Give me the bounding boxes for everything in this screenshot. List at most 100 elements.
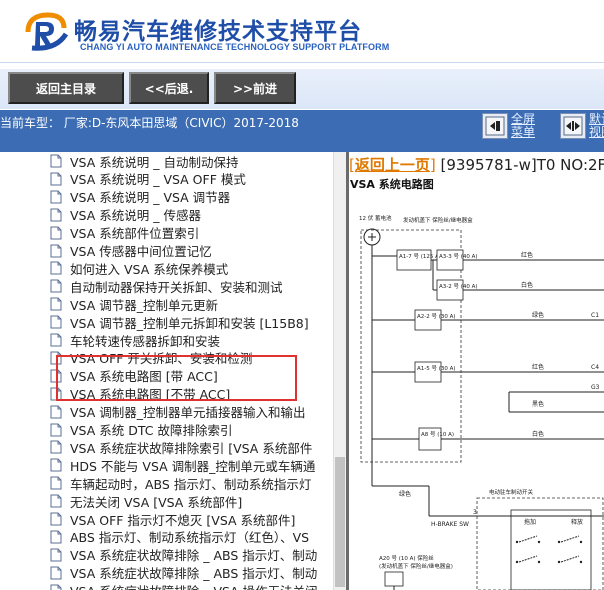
tree-item-label[interactable]: VSA 系统电路图 [不带 ACC] xyxy=(70,384,230,403)
tree-item-label[interactable]: ABS 指示灯、制动系统指示灯（红色）、VS xyxy=(70,527,309,546)
fuse-a2-2-label: A2-2 号 (30 A) xyxy=(417,313,456,320)
wire-black: 黑色 xyxy=(532,400,544,408)
tree-item[interactable]: VSA 系统说明 _ VSA 调节器 xyxy=(50,188,230,206)
navigation-tree: VSA 系统说明 _ 自动制动保持 VSA 系统说明 _ VSA OFF 模式 VS… xyxy=(0,152,333,590)
site-header: 畅易汽车维修技术支持平台 CHANG YI AUTO MAINTENANCE T… xyxy=(0,0,604,62)
pin-c4: C4 xyxy=(591,364,599,371)
tree-item[interactable]: VSA 系统电路图 [不带 ACC] xyxy=(50,385,230,403)
brand-subtitle: CHANG YI AUTO MAINTENANCE TECHNOLOGY SUP… xyxy=(80,42,390,52)
wire-white-1: 白色 xyxy=(521,281,533,289)
fullscreen-menu-control[interactable]: 全屏 菜单 xyxy=(482,113,535,139)
fullscreen-sub-label[interactable]: 菜单 xyxy=(511,126,535,139)
tree-item-label[interactable]: VSA 系统症状故障排除 _ VSA 操作无法关闭 xyxy=(70,581,318,590)
tree-item-label[interactable]: VSA 系统部件位置索引 xyxy=(70,223,199,242)
diagram-title: VSA 系统电路图 xyxy=(350,178,434,191)
document-content-pane: [返回上一页] [9395781-w]T0 NO:2F VSA 系统电路图 12… xyxy=(349,152,604,590)
brake-switch-label: H-BRAKE SW xyxy=(431,521,469,528)
document-icon xyxy=(50,208,62,222)
tree-item[interactable]: VSA 系统 DTC 故障排除索引 xyxy=(50,421,232,439)
tree-item-label[interactable]: 无法关闭 VSA [VSA 系统部件] xyxy=(70,492,242,511)
tree-item[interactable]: VSA OFF 指示灯不熄灭 [VSA 系统部件] xyxy=(50,510,295,528)
tree-item-label[interactable]: VSA 系统说明 _ 传感器 xyxy=(70,205,201,224)
tree-item-label[interactable]: VSA 调制器_控制器单元插接器输入和输出 xyxy=(70,402,306,421)
release-label: 释放 xyxy=(571,518,583,526)
tree-item[interactable]: 车轮转速传感器拆卸和安装 xyxy=(50,331,220,349)
back-to-previous-link[interactable]: 返回上一页 xyxy=(355,156,430,174)
pin-c1: C1 xyxy=(591,312,599,319)
tree-item-label[interactable]: HDS 不能与 VSA 调制器_控制单元或车辆通 xyxy=(70,456,315,475)
document-icon xyxy=(50,351,62,365)
document-header: [返回上一页] [9395781-w]T0 NO:2F xyxy=(349,154,604,175)
tree-item[interactable]: VSA 系统说明 _ 自动制动保持 xyxy=(50,152,238,170)
tree-item[interactable]: VSA 调制器_控制器单元插接器输入和输出 xyxy=(50,403,306,421)
document-icon xyxy=(50,440,62,454)
wire-red-2: 红色 xyxy=(532,363,544,371)
fuse-a1-5-label: A1-5 号 (30 A) xyxy=(417,365,456,372)
tree-item-label[interactable]: VSA 调节器_控制单元拆卸和安装 [L15B8] xyxy=(70,313,309,332)
pull-label: 拖加 xyxy=(524,518,536,526)
tree-item[interactable]: VSA 系统说明 _ 传感器 xyxy=(50,206,201,224)
tree-item-label[interactable]: VSA 系统症状故障排除 _ ABS 指示灯、制动 xyxy=(70,545,317,564)
tree-item[interactable]: VSA 调节器_控制单元拆卸和安装 [L15B8] xyxy=(50,313,309,331)
tree-item[interactable]: 自动制动器保持开关拆卸、安装和测试 xyxy=(50,277,283,295)
tree-item-label[interactable]: 车辆起动时，ABS 指示灯、制动系统指示灯 xyxy=(70,474,311,493)
back-button[interactable]: <<后退. xyxy=(129,72,209,104)
tree-item[interactable]: VSA 系统症状故障排除 _ VSA 操作无法关闭 xyxy=(50,582,318,590)
tree-item[interactable]: ABS 指示灯、制动系统指示灯（红色）、VS xyxy=(50,528,309,546)
tree-item-label[interactable]: 如何进入 VSA 系统保养模式 xyxy=(70,259,228,278)
app-window: 畅易汽车维修技术支持平台 CHANG YI AUTO MAINTENANCE T… xyxy=(0,0,604,590)
tree-item[interactable]: 如何进入 VSA 系统保养模式 xyxy=(50,259,228,277)
tree-item[interactable]: VSA 系统症状故障排除 _ ABS 指示灯、制动 xyxy=(50,546,317,564)
default-view-icon[interactable] xyxy=(560,113,586,139)
tree-item-label[interactable]: VSA 系统说明 _ VSA OFF 模式 xyxy=(70,169,246,188)
tree-item[interactable]: VSA 系统症状故障排除索引 [VSA 系统部件 xyxy=(50,438,312,456)
wire-red-1: 红色 xyxy=(521,251,533,259)
tree-item-label[interactable]: VSA 系统说明 _ VSA 调节器 xyxy=(70,187,230,206)
default-view-control[interactable]: 默认 视图 xyxy=(560,113,604,139)
tree-item[interactable]: VSA 系统说明 _ VSA OFF 模式 xyxy=(50,170,246,188)
tree-item-label[interactable]: VSA OFF 指示灯不熄灭 [VSA 系统部件] xyxy=(70,510,295,529)
tree-item[interactable]: VSA 系统部件位置索引 xyxy=(50,224,199,242)
forward-button[interactable]: >>前进 xyxy=(214,72,296,104)
tree-item[interactable]: VSA OFF 开关拆卸、安装和检测 xyxy=(50,349,252,367)
tree-item-label[interactable]: VSA 系统电路图 [带 ACC] xyxy=(70,366,218,385)
tree-item[interactable]: VSA 系统症状故障排除 _ ABS 指示灯、制动 xyxy=(50,564,317,582)
tree-item-label[interactable]: 自动制动器保持开关拆卸、安装和测试 xyxy=(70,277,283,296)
document-code: [9395781-w]T0 NO:2F xyxy=(440,156,604,174)
tree-item-label[interactable]: VSA 传感器中间位置记忆 xyxy=(70,241,212,260)
fuse-a3-3-label: A3-3 号 (40 A) xyxy=(439,253,478,260)
tree-item-label[interactable]: VSA 系统 DTC 故障排除索引 xyxy=(70,420,232,439)
vehicle-status-bar: 当前车型： 厂家:D-东风本田思域（CIVIC）2017-2018 全屏 菜单 xyxy=(0,110,604,152)
document-icon xyxy=(50,566,62,580)
tree-item[interactable]: VSA 传感器中间位置记忆 xyxy=(50,242,212,260)
brand-title: 畅易汽车维修技术支持平台 xyxy=(74,19,362,45)
brand-logo-icon xyxy=(25,12,69,51)
tree-scrollbar-thumb[interactable] xyxy=(335,457,345,587)
tree-item[interactable]: HDS 不能与 VSA 调制器_控制单元或车辆通 xyxy=(50,456,315,474)
tree-item-label[interactable]: VSA OFF 开关拆卸、安装和检测 xyxy=(70,348,252,367)
document-icon xyxy=(50,261,62,275)
document-icon xyxy=(50,279,62,293)
document-icon xyxy=(50,154,62,168)
tree-item[interactable]: VSA 调节器_控制单元更新 xyxy=(50,295,218,313)
document-icon xyxy=(50,423,62,436)
document-icon xyxy=(50,458,62,472)
tree-item-label[interactable]: VSA 系统症状故障排除索引 [VSA 系统部件 xyxy=(70,438,312,457)
fullscreen-icon[interactable] xyxy=(482,113,508,139)
tree-item[interactable]: 无法关闭 VSA [VSA 系统部件] xyxy=(50,492,242,510)
back-to-main-menu-button[interactable]: 返回主目录 xyxy=(8,72,124,104)
document-icon xyxy=(50,512,62,526)
tree-item-label[interactable]: VSA 系统说明 _ 自动制动保持 xyxy=(70,152,238,171)
default-view-sub-label[interactable]: 视图 xyxy=(589,126,604,139)
wire-white-2: 白色 xyxy=(532,430,544,438)
tree-item-label[interactable]: 车轮转速传感器拆卸和安装 xyxy=(70,331,220,350)
num-3-label: 3 xyxy=(473,509,477,516)
tree-item-label[interactable]: VSA 系统症状故障排除 _ ABS 指示灯、制动 xyxy=(70,563,317,582)
document-icon xyxy=(50,584,62,590)
tree-item[interactable]: 车辆起动时，ABS 指示灯、制动系统指示灯 xyxy=(50,474,311,492)
document-icon xyxy=(50,226,62,240)
fuse-a20-sub-label: (发动机盖下 保险丝/继电器盒) xyxy=(379,562,453,570)
tree-scrollbar[interactable] xyxy=(333,152,346,590)
tree-item[interactable]: VSA 系统电路图 [带 ACC] xyxy=(50,367,218,385)
tree-item-label[interactable]: VSA 调节器_控制单元更新 xyxy=(70,295,218,314)
